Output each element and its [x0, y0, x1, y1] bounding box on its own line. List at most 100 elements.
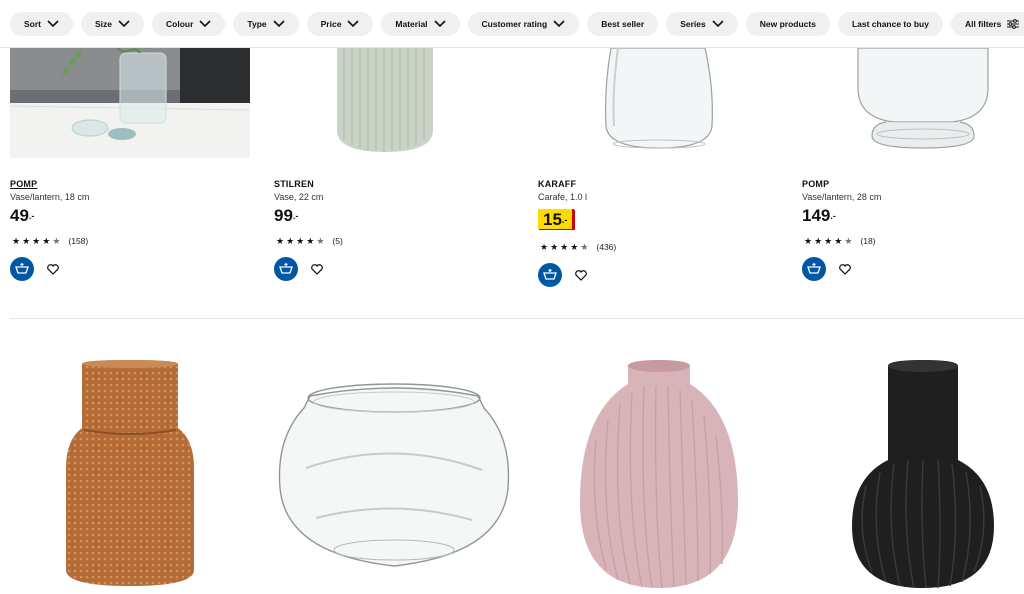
product-image[interactable]	[538, 48, 778, 158]
rating[interactable]: ★ ★ ★ ★ ★ (436)	[540, 242, 616, 252]
favourite-button[interactable]	[310, 262, 324, 276]
add-to-cart-icon	[807, 263, 821, 274]
chevron-down-icon	[47, 19, 59, 27]
star-icon: ★	[834, 235, 843, 246]
price-suffix: .-	[561, 215, 568, 225]
product-name[interactable]: POMP	[802, 179, 829, 189]
review-count: (5)	[332, 236, 343, 246]
star-icon: ★	[286, 235, 295, 246]
last-chance-filter-button[interactable]: Last chance to buy	[837, 11, 943, 36]
filter-label: Best seller	[601, 18, 645, 29]
product-name[interactable]: STILREN	[274, 179, 314, 189]
product-name[interactable]: KARAFF	[538, 179, 576, 189]
add-to-cart-icon	[15, 263, 29, 274]
filter-label: Material	[395, 18, 428, 29]
chevron-down-icon	[433, 19, 446, 27]
half-star-icon: ★	[580, 241, 589, 252]
price-suffix: .-	[28, 211, 35, 221]
rating[interactable]: ★ ★ ★ ★ ★ (18)	[804, 236, 876, 246]
heart-icon	[47, 263, 59, 275]
add-to-cart-button[interactable]	[538, 263, 562, 287]
review-count: (158)	[68, 236, 89, 246]
customer-rating-filter-button[interactable]: Customer rating	[467, 11, 580, 36]
price-suffix: .-	[292, 211, 299, 221]
filter-label: Type	[247, 18, 267, 29]
half-star-icon: ★	[844, 235, 853, 246]
star-icon: ★	[804, 235, 813, 246]
colour-filter-button[interactable]: Colour	[152, 11, 226, 36]
star-icon: ★	[296, 235, 305, 246]
filter-label: Customer rating	[481, 18, 548, 29]
size-filter-button[interactable]: Size	[81, 11, 145, 36]
rating[interactable]: ★ ★ ★ ★ ★ (158)	[12, 236, 88, 246]
sliders-icon	[1007, 18, 1020, 29]
add-to-cart-icon	[543, 269, 557, 280]
rating[interactable]: ★ ★ ★ ★ ★ (5)	[276, 236, 343, 246]
star-icon: ★	[12, 235, 21, 246]
favourite-button[interactable]	[574, 268, 588, 282]
product-description: Vase/lantern, 18 cm	[10, 192, 90, 202]
product-image-black-vase[interactable]	[848, 360, 998, 592]
star-icon: ★	[824, 235, 833, 246]
add-to-cart-button[interactable]	[802, 257, 826, 281]
product-description: Vase, 22 cm	[274, 192, 324, 202]
heart-icon	[575, 269, 587, 281]
product-photo-karaff	[604, 48, 713, 149]
price-value: 149	[802, 206, 831, 225]
chevron-down-icon	[199, 19, 211, 27]
new-products-filter-button[interactable]: New products	[745, 11, 830, 36]
filter-label: Colour	[166, 18, 194, 29]
add-to-cart-button[interactable]	[274, 257, 298, 281]
review-count: (18)	[860, 236, 876, 246]
star-icon: ★	[570, 241, 579, 252]
sort-filter-button[interactable]: Sort	[10, 11, 73, 36]
star-icon: ★	[814, 235, 823, 246]
star-icon: ★	[550, 241, 559, 252]
product-image-pink-vase[interactable]	[576, 360, 742, 592]
favourite-button[interactable]	[838, 262, 852, 276]
material-filter-button[interactable]: Material	[381, 11, 460, 36]
add-to-cart-button[interactable]	[10, 257, 34, 281]
filter-label: All filters	[964, 18, 1002, 29]
product-image[interactable]	[802, 48, 1024, 158]
product-price: 15.-	[538, 209, 575, 230]
product-description: Vase/lantern, 28 cm	[802, 192, 882, 202]
filter-label: New products	[759, 18, 816, 29]
filter-label: Series	[680, 18, 706, 29]
type-filter-button[interactable]: Type	[233, 11, 299, 36]
heart-icon	[311, 263, 323, 275]
filter-label: Last chance to buy	[851, 18, 929, 29]
favourite-button[interactable]	[46, 262, 60, 276]
series-filter-button[interactable]: Series	[666, 11, 738, 36]
product-photo-stilren	[337, 48, 433, 152]
star-icon: ★	[42, 235, 51, 246]
star-icon: ★	[540, 241, 549, 252]
chevron-down-icon	[553, 19, 565, 27]
chevron-down-icon	[118, 19, 130, 27]
review-count: (436)	[596, 242, 617, 252]
half-star-icon: ★	[316, 235, 325, 246]
product-name[interactable]: POMP	[10, 179, 37, 189]
product-image[interactable]	[10, 48, 250, 158]
product-image-amber-vase[interactable]	[60, 358, 200, 590]
best-seller-filter-button[interactable]: Best seller	[587, 11, 659, 36]
product-photo-pomp-28	[857, 48, 989, 149]
half-star-icon: ★	[52, 235, 61, 246]
price-suffix: .-	[830, 211, 836, 221]
price-value: 49	[10, 206, 29, 225]
product-price: 149.-	[802, 206, 836, 226]
star-icon: ★	[22, 235, 31, 246]
price-filter-button[interactable]: Price	[306, 11, 374, 36]
product-photo-pomp-18	[10, 48, 250, 158]
product-image[interactable]	[274, 48, 514, 158]
product-image-glass-bowl[interactable]	[276, 378, 512, 574]
all-filters-button[interactable]: All filters	[950, 11, 1024, 36]
filter-label: Price	[320, 18, 342, 29]
add-to-cart-icon	[279, 263, 293, 274]
filter-bar: Sort Size Colour Type Price Material Cus…	[0, 0, 1024, 48]
row-divider	[10, 318, 1024, 319]
filter-label: Size	[95, 18, 113, 29]
price-value: 15	[543, 210, 562, 229]
product-description: Carafe, 1.0 l	[538, 192, 588, 202]
product-price: 99.-	[274, 206, 298, 226]
